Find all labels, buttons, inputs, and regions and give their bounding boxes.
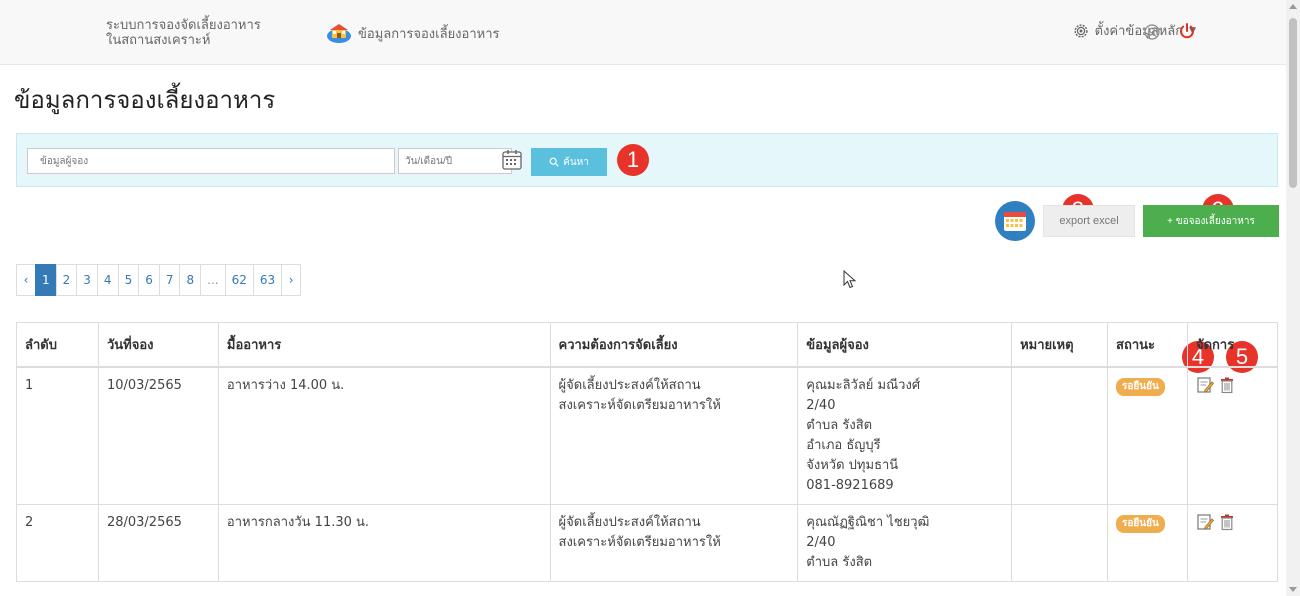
power-icon[interactable] — [1178, 22, 1196, 40]
pagination-page[interactable]: 4 — [96, 264, 119, 296]
booker-line: ตำบล รังสิต — [806, 417, 873, 433]
page: ระบบการจองจัดเลี้ยงอาหาร ในสถานสงเคราะห์… — [0, 0, 1300, 596]
table-row: 1 10/03/2565 อาหารว่าง 14.00 น. ผู้จัดเล… — [16, 366, 1279, 505]
export-excel-button[interactable]: export excel — [1043, 205, 1135, 237]
trash-icon[interactable] — [1218, 376, 1236, 394]
edit-icon[interactable] — [1196, 513, 1214, 531]
add-booking-button[interactable]: + ขอจองเลี้ยงอาหาร — [1143, 205, 1279, 237]
search-button-label: ค้นหา — [563, 156, 589, 168]
pagination-prev[interactable]: ‹ — [16, 264, 36, 296]
scroll-up-icon[interactable] — [1289, 4, 1297, 9]
pagination: ‹ 1 2 3 4 5 6 7 8 ... 62 63 › — [16, 264, 302, 296]
header-meal: มื้ออาหาร — [217, 322, 551, 368]
header-manage: จัดการ — [1186, 322, 1279, 368]
top-navbar: ระบบการจองจัดเลี้ยงอาหาร ในสถานสงเคราะห์… — [0, 0, 1286, 65]
pagination-next[interactable]: › — [281, 264, 302, 296]
need-line: สงเคราะห์จัดเตรียมอาหารให้ — [558, 534, 721, 550]
vertical-scrollbar[interactable] — [1286, 0, 1300, 596]
user-icon[interactable] — [1144, 24, 1160, 40]
status-badge: รอยืนยัน — [1116, 514, 1165, 533]
booker-line: อำเภอ ธัญบุรี — [806, 437, 881, 453]
pagination-page[interactable]: 8 — [179, 264, 202, 296]
cell-note — [1011, 503, 1109, 582]
cell-status: รอยืนยัน — [1107, 503, 1188, 582]
pagination-page[interactable]: 63 — [252, 264, 283, 296]
brand-line-1: ระบบการจองจัดเลี้ยงอาหาร — [106, 18, 261, 33]
need-line: สงเคราะห์จัดเตรียมอาหารให้ — [558, 397, 721, 413]
bookings-table: ลำดับ วันที่จอง มื้ออาหาร ความต้องการจัด… — [16, 322, 1279, 582]
header-note: หมายเหตุ — [1011, 322, 1109, 368]
edit-icon[interactable] — [1196, 376, 1214, 394]
booker-line: 2/40 — [806, 534, 836, 550]
cell-date: 10/03/2565 — [97, 366, 219, 505]
cell-actions — [1186, 503, 1279, 582]
trash-icon[interactable] — [1218, 513, 1236, 531]
pagination-page[interactable]: 6 — [138, 264, 160, 296]
calendar-icon[interactable] — [500, 148, 524, 172]
search-icon — [549, 157, 559, 167]
header-status: สถานะ — [1107, 322, 1188, 368]
booker-line: คุณมะลิวัลย์ มณีวงศ์ — [806, 377, 921, 393]
pagination-ellipsis: ... — [200, 264, 226, 296]
cell-booker: คุณณัฏฐิณิชา ไชยวุฒิ 2/40 ตำบล รังสิต — [797, 503, 1013, 582]
cell-actions — [1186, 366, 1279, 505]
booker-line: คุณณัฏฐิณิชา ไชยวุฒิ — [806, 514, 930, 530]
booker-line: 2/40 — [806, 397, 836, 413]
scroll-down-icon[interactable] — [1289, 587, 1297, 592]
cell-status: รอยืนยัน — [1107, 366, 1188, 505]
building-icon — [327, 24, 351, 43]
booker-search-input[interactable] — [27, 148, 395, 174]
header-need: ความต้องการจัดเลี้ยง — [549, 322, 799, 368]
booker-line: จังหวัด ปทุมธานี — [806, 457, 899, 473]
pagination-page[interactable]: 62 — [224, 264, 254, 296]
date-input[interactable] — [398, 148, 512, 174]
scrollbar-thumb[interactable] — [1289, 18, 1297, 188]
need-line: ผู้จัดเลี้ยงประสงค์ให้สถาน — [558, 514, 701, 530]
cell-meal: อาหารกลางวัน 11.30 น. — [217, 503, 551, 582]
cell-booker: คุณมะลิวัลย์ มณีวงศ์ 2/40 ตำบล รังสิต อำ… — [797, 366, 1013, 505]
callout-badge-1: 1 — [617, 144, 649, 176]
header-booker: ข้อมูลผู้จอง — [797, 322, 1013, 368]
brand[interactable]: ระบบการจองจัดเลี้ยงอาหาร ในสถานสงเคราะห์ — [106, 18, 261, 48]
calendar-view-icon[interactable] — [995, 201, 1035, 241]
brand-line-2: ในสถานสงเคราะห์ — [106, 33, 211, 48]
nav-link-label: ข้อมูลการจองเลี้ยงอาหาร — [358, 26, 500, 42]
status-badge: รอยืนยัน — [1116, 377, 1165, 396]
booker-line: 081-8921689 — [806, 477, 894, 493]
nav-link-bookings[interactable]: ข้อมูลการจองเลี้ยงอาหาร — [326, 22, 500, 44]
page-title: ข้อมูลการจองเลี้ยงอาหาร — [14, 86, 276, 114]
settings-label: ตั้งค่าข้อมูลหลัก — [1094, 24, 1184, 39]
need-line: ผู้จัดเลี้ยงประสงค์ให้สถาน — [558, 377, 701, 393]
table-header-row: ลำดับ วันที่จอง มื้ออาหาร ความต้องการจัด… — [16, 322, 1279, 368]
pagination-page[interactable]: 2 — [55, 264, 78, 296]
cell-meal: อาหารว่าง 14.00 น. — [217, 366, 551, 505]
cell-note — [1011, 366, 1109, 505]
gear-icon — [1074, 23, 1088, 38]
cell-need: ผู้จัดเลี้ยงประสงค์ให้สถาน สงเคราะห์จัดเ… — [549, 366, 799, 505]
pagination-page[interactable]: 5 — [117, 264, 140, 296]
header-order: ลำดับ — [16, 322, 99, 368]
cell-order: 1 — [16, 366, 99, 505]
pagination-page[interactable]: 1 — [35, 264, 57, 296]
pagination-page[interactable]: 3 — [76, 264, 98, 296]
booker-line: ตำบล รังสิต — [806, 554, 873, 570]
cell-need: ผู้จัดเลี้ยงประสงค์ให้สถาน สงเคราะห์จัดเ… — [549, 503, 799, 582]
table-row: 2 28/03/2565 อาหารกลางวัน 11.30 น. ผู้จั… — [16, 503, 1279, 582]
cell-date: 28/03/2565 — [97, 503, 219, 582]
mouse-cursor-icon — [843, 270, 857, 289]
search-button[interactable]: ค้นหา — [531, 148, 607, 176]
cell-order: 2 — [16, 503, 99, 582]
pagination-page[interactable]: 7 — [158, 264, 181, 296]
header-date: วันที่จอง — [97, 322, 219, 368]
